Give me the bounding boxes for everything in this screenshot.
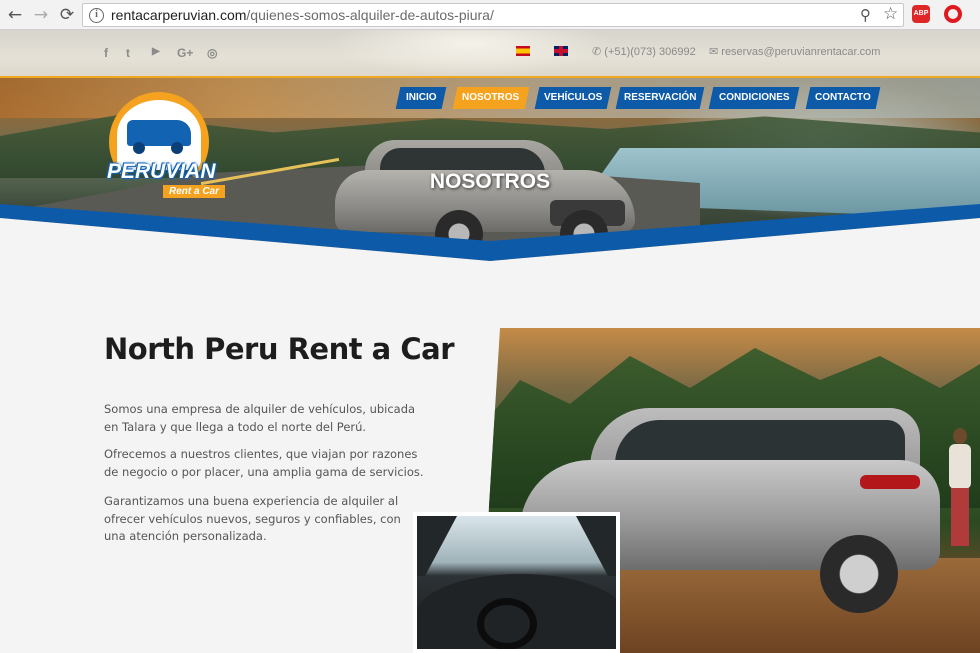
paragraph-2: Ofrecemos a nuestros clientes, que viaja… [104,447,424,479]
paragraph-3: Garantizamos una buena experiencia de al… [104,494,401,543]
nav-contacto[interactable]: CONTACTO [805,87,881,109]
header-chevron [0,204,980,266]
forward-arrow-icon[interactable]: → [30,4,52,26]
nav-reservacion[interactable]: RESERVACIÓN [615,87,705,109]
instagram-icon[interactable]: ◎ [207,46,217,60]
email-address[interactable]: reservas@peruvianrentacar.com [721,46,880,58]
youtube-icon[interactable]: ▶ [152,46,160,57]
section-heading: North Peru Rent a Car [104,332,455,366]
spanish-flag-icon[interactable] [516,46,530,56]
url-path: /quienes-somos-alquiler-de-autos-piura/ [246,7,494,23]
phone-icon: ✆ [592,46,602,58]
info-icon[interactable]: i [89,8,104,23]
top-bar: f t ▶ G+ ◎ ✆ (+51)(073) 306992 ✉ reserva… [0,30,980,78]
phone-contact: ✆ (+51)(073) 306992 [592,45,696,58]
facebook-icon[interactable]: f [104,46,108,60]
logo-name: PERUVIAN [107,160,216,183]
paragraph-1: Somos una empresa de alquiler de vehícul… [104,402,416,434]
nav-vehiculos[interactable]: VEHÍCULOS [534,87,612,109]
logo-subtitle: Rent a Car [163,185,226,198]
reload-icon[interactable]: ⟳ [56,4,78,26]
url-text[interactable]: rentacarperuvian.com/quienes-somos-alqui… [111,7,494,23]
nav-nosotros[interactable]: NOSOTROS [452,87,530,109]
browser-toolbar: ← → ⟳ i rentacarperuvian.com/quienes-som… [0,0,980,30]
nav-inicio[interactable]: INICIO [395,87,447,109]
phone-number: (+51)(073) 306992 [604,46,696,58]
opera-extension-icon[interactable] [944,5,962,23]
steering-wheel-icon [477,598,537,649]
page-title-banner: NOSOTROS [429,170,551,193]
address-bar[interactable]: i rentacarperuvian.com/quienes-somos-alq… [82,3,904,27]
person-figure [945,428,973,548]
email-contact[interactable]: ✉ reservas@peruvianrentacar.com [709,45,880,58]
adblock-extension-icon[interactable]: ABP [912,5,930,23]
english-flag-icon[interactable] [554,46,568,56]
zoom-icon[interactable]: ⚲ [860,6,871,24]
site-logo[interactable]: PERUVIAN Rent a Car [103,90,231,200]
back-arrow-icon[interactable]: ← [4,4,26,26]
nav-condiciones[interactable]: CONDICIONES [708,87,800,109]
google-plus-icon[interactable]: G+ [177,46,193,60]
car-interior-photo [413,512,620,653]
truck-icon [127,120,191,154]
url-domain: rentacarperuvian.com [111,7,247,23]
bookmark-star-icon[interactable]: ☆ [883,4,898,24]
twitter-icon[interactable]: t [126,46,130,60]
email-icon: ✉ [709,46,719,58]
